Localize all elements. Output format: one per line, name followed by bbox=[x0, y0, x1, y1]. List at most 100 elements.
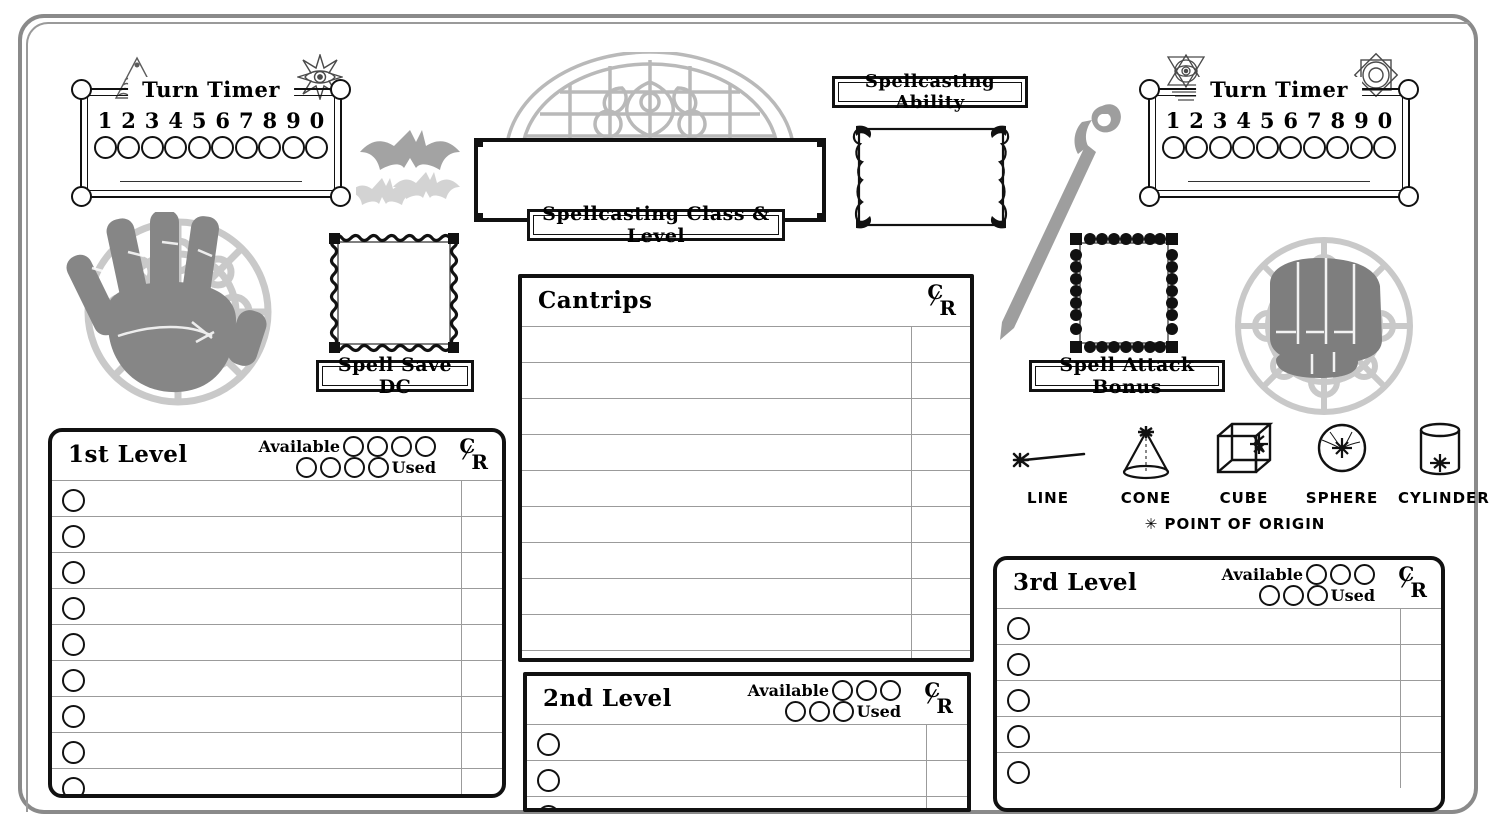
spell-row[interactable] bbox=[997, 680, 1441, 716]
used-slot-circle[interactable] bbox=[832, 701, 854, 722]
turn-timer-checkbox[interactable] bbox=[94, 136, 117, 159]
turn-timer-number: 1 bbox=[1165, 108, 1181, 133]
spell-row[interactable] bbox=[522, 434, 970, 470]
prepared-circle[interactable] bbox=[1007, 689, 1030, 712]
available-slot-circle[interactable] bbox=[391, 436, 412, 457]
spell-row[interactable] bbox=[997, 644, 1441, 680]
prepared-circle[interactable] bbox=[62, 669, 85, 692]
turn-timer-checkbox[interactable] bbox=[1162, 136, 1185, 159]
prepared-circle[interactable] bbox=[1007, 617, 1030, 640]
used-slot-circle[interactable] bbox=[295, 457, 317, 478]
turn-timer-checkbox[interactable] bbox=[281, 136, 305, 159]
prepared-circle[interactable] bbox=[537, 805, 560, 808]
spellcasting-ability-field[interactable] bbox=[848, 118, 1014, 236]
prepared-circle[interactable] bbox=[1007, 725, 1030, 748]
spell-row[interactable] bbox=[522, 326, 970, 362]
available-slot-circle[interactable] bbox=[415, 436, 436, 457]
used-slot-circle[interactable] bbox=[319, 457, 341, 478]
turn-timer-checkbox[interactable] bbox=[1372, 136, 1396, 159]
prepared-circle[interactable] bbox=[537, 733, 560, 756]
turn-timer-checkbox[interactable] bbox=[1326, 136, 1350, 159]
available-slot-circle[interactable] bbox=[880, 680, 901, 701]
used-slot-circle[interactable] bbox=[808, 701, 830, 722]
available-slot-circle[interactable] bbox=[1354, 564, 1375, 585]
available-slot-circle[interactable] bbox=[1330, 564, 1351, 585]
prepared-circle[interactable] bbox=[62, 777, 85, 794]
spell-row[interactable] bbox=[52, 480, 502, 516]
level-3-panel[interactable]: 3rd Level Available Used C ⁄ R bbox=[993, 556, 1445, 812]
level-1-panel[interactable]: 1st Level Available Used C ⁄ R bbox=[48, 428, 506, 798]
prepared-circle[interactable] bbox=[1007, 761, 1030, 784]
prepared-circle[interactable] bbox=[62, 489, 85, 512]
spell-row[interactable] bbox=[52, 768, 502, 794]
spell-row[interactable] bbox=[527, 796, 967, 808]
spell-row[interactable] bbox=[997, 716, 1441, 752]
turn-timer-checkbox[interactable] bbox=[234, 136, 258, 159]
scroll-corner-icon bbox=[1139, 186, 1160, 207]
available-slot-circle[interactable] bbox=[832, 680, 853, 701]
prepared-circle[interactable] bbox=[62, 633, 85, 656]
prepared-circle[interactable] bbox=[62, 741, 85, 764]
turn-timer-checkbox[interactable] bbox=[1185, 136, 1209, 159]
spell-row[interactable] bbox=[52, 660, 502, 696]
spell-row[interactable] bbox=[522, 470, 970, 506]
spell-row[interactable] bbox=[522, 614, 970, 650]
turn-timer-checkbox[interactable] bbox=[1232, 136, 1256, 159]
turn-timer-checkbox[interactable] bbox=[1208, 136, 1232, 159]
point-of-origin-label: POINT OF ORIGIN bbox=[1164, 515, 1326, 533]
prepared-circle[interactable] bbox=[62, 561, 85, 584]
turn-timer-number: 6 bbox=[1283, 108, 1299, 133]
turn-timer-checkbox[interactable] bbox=[140, 136, 164, 159]
spell-row[interactable] bbox=[52, 624, 502, 660]
available-slot-circle[interactable] bbox=[367, 436, 388, 457]
spell-row[interactable] bbox=[522, 506, 970, 542]
prepared-circle[interactable] bbox=[1007, 653, 1030, 676]
spell-row[interactable] bbox=[52, 588, 502, 624]
spell-row[interactable] bbox=[52, 696, 502, 732]
spell-row[interactable] bbox=[52, 732, 502, 768]
spell-row[interactable] bbox=[52, 516, 502, 552]
available-slot-circle[interactable] bbox=[856, 680, 877, 701]
turn-timer-checkbox[interactable] bbox=[1279, 136, 1303, 159]
turn-timer-checkbox[interactable] bbox=[304, 136, 328, 159]
spell-row[interactable] bbox=[522, 362, 970, 398]
spell-row[interactable] bbox=[522, 650, 970, 658]
spell-row[interactable] bbox=[997, 608, 1441, 644]
turn-timer-checkbox[interactable] bbox=[187, 136, 211, 159]
spell-row[interactable] bbox=[997, 752, 1441, 788]
turn-timer-right[interactable]: Turn Timer 1 2 3 4 5 6 7 8 9 0 bbox=[1139, 77, 1419, 207]
spell-attack-bonus-field[interactable] bbox=[1068, 231, 1180, 355]
cantrips-panel[interactable]: Cantrips C ⁄ R bbox=[518, 274, 974, 662]
aoe-shape-sphere: SPHERE bbox=[1300, 420, 1384, 507]
used-slot-circle[interactable] bbox=[1258, 585, 1280, 606]
turn-timer-checkbox[interactable] bbox=[211, 136, 235, 159]
turn-timer-checkbox[interactable] bbox=[1255, 136, 1279, 159]
used-slot-circle[interactable] bbox=[1282, 585, 1304, 606]
spell-row[interactable] bbox=[522, 398, 970, 434]
available-slot-circle[interactable] bbox=[1306, 564, 1327, 585]
turn-timer-checkbox[interactable] bbox=[117, 136, 141, 159]
spell-row[interactable] bbox=[522, 578, 970, 614]
spell-save-dc-field[interactable] bbox=[327, 231, 461, 355]
prepared-circle[interactable] bbox=[62, 525, 85, 548]
spell-row[interactable] bbox=[52, 552, 502, 588]
used-slot-circle[interactable] bbox=[784, 701, 806, 722]
prepared-circle[interactable] bbox=[537, 769, 560, 792]
turn-timer-checkbox[interactable] bbox=[1302, 136, 1326, 159]
spell-row[interactable] bbox=[527, 724, 967, 760]
turn-timer-checkbox[interactable] bbox=[1349, 136, 1373, 159]
level-2-panel[interactable]: 2nd Level Available Used C ⁄ R bbox=[523, 672, 971, 812]
turn-timer-left[interactable]: Turn Timer 1 2 3 4 5 6 7 8 9 0 bbox=[71, 77, 351, 207]
used-slot-circle[interactable] bbox=[367, 457, 389, 478]
used-slot-circle[interactable] bbox=[343, 457, 365, 478]
spell-row[interactable] bbox=[527, 760, 967, 796]
spell-save-dc-value bbox=[327, 231, 461, 355]
spell-row[interactable] bbox=[522, 542, 970, 578]
turn-timer-checkbox[interactable] bbox=[164, 136, 188, 159]
turn-timer-checkbox[interactable] bbox=[258, 136, 282, 159]
available-slot-circle[interactable] bbox=[343, 436, 364, 457]
level-2-rows bbox=[527, 724, 967, 808]
prepared-circle[interactable] bbox=[62, 597, 85, 620]
used-slot-circle[interactable] bbox=[1306, 585, 1328, 606]
prepared-circle[interactable] bbox=[62, 705, 85, 728]
